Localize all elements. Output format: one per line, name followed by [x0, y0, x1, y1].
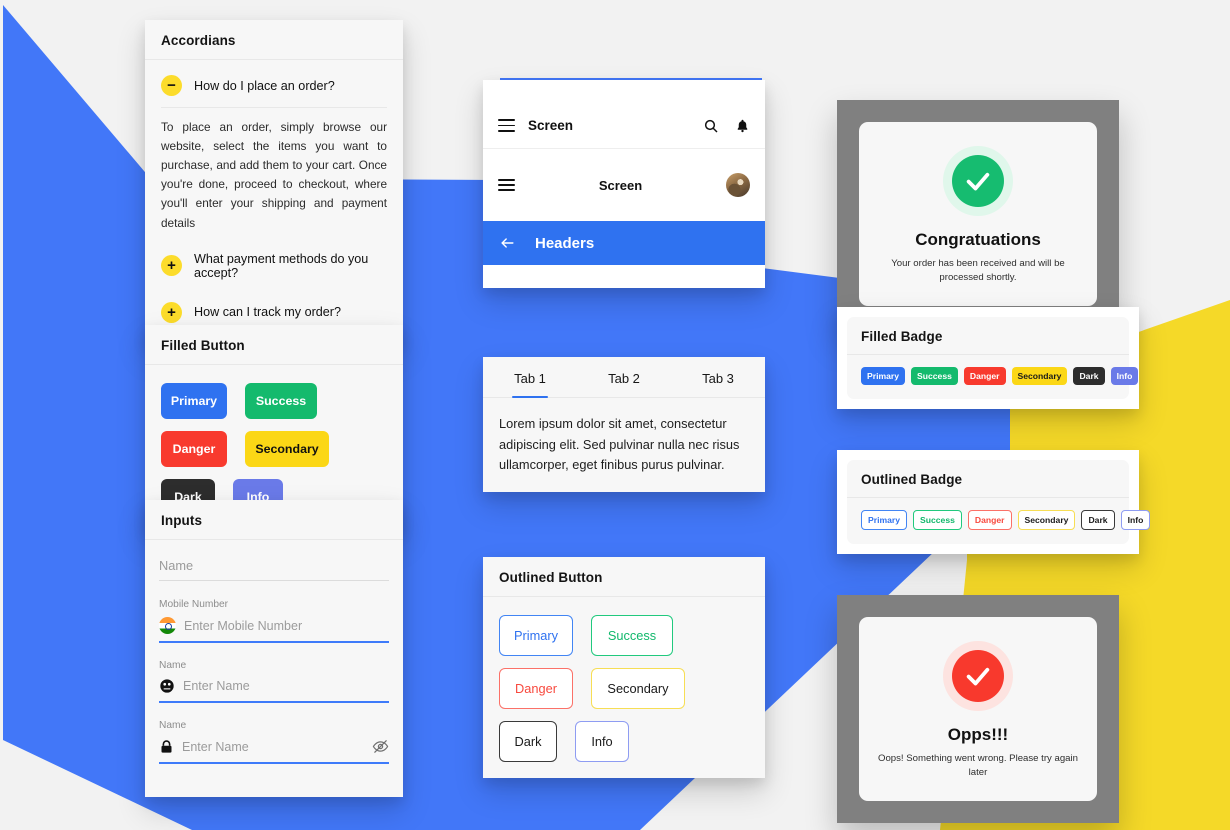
- accordion-answer: To place an order, simply browse our web…: [161, 120, 387, 230]
- error-dialog: Opps!!! Oops! Something went wrong. Plea…: [859, 617, 1097, 801]
- filled-badge-dark[interactable]: Dark: [1073, 367, 1105, 385]
- filled-badge-success[interactable]: Success: [911, 367, 958, 385]
- outlined-badge-secondary[interactable]: Secondary: [1017, 510, 1076, 530]
- outlined-button-primary[interactable]: Primary: [499, 615, 573, 656]
- error-dialog-backdrop: Opps!!! Oops! Something went wrong. Plea…: [837, 595, 1119, 823]
- outlined-badge-primary[interactable]: Primary: [861, 510, 908, 530]
- search-icon[interactable]: [703, 118, 719, 134]
- filled-button-title: Filled Button: [145, 325, 403, 365]
- input-placeholder: Enter Mobile Number: [184, 618, 303, 633]
- outlined-button-info[interactable]: Info: [575, 721, 629, 762]
- error-icon-ring: [943, 641, 1013, 711]
- input-label: Name: [159, 720, 187, 731]
- tabs-card: Tab 1 Tab 2 Tab 3 Lorem ipsum dolor sit am…: [483, 357, 765, 493]
- success-icon-ring: [943, 146, 1013, 216]
- tab-1[interactable]: Tab 1: [483, 371, 577, 397]
- outlined-button-danger[interactable]: Danger: [499, 668, 573, 709]
- error-dialog-subtitle: Oops! Something went wrong. Please try a…: [878, 753, 1078, 779]
- outlined-badge-card: Outlined Badge Primary Success Danger Secon…: [837, 450, 1151, 554]
- input-underline: [159, 580, 389, 581]
- outlined-badge-success[interactable]: Success: [913, 510, 962, 530]
- check-circle-icon: [952, 650, 1004, 702]
- filled-button-primary[interactable]: Primary: [161, 383, 227, 419]
- tab-3[interactable]: Tab 3: [671, 371, 765, 397]
- india-flag-icon: [159, 617, 176, 634]
- header-title: Screen: [598, 177, 643, 193]
- tab-bar: Tab 1 Tab 2 Tab 3: [483, 357, 765, 398]
- success-dialog-backdrop: Congratuations Your order has been recei…: [837, 100, 1119, 328]
- outlined-button-dark[interactable]: Dark: [499, 721, 557, 762]
- check-circle-icon: [952, 155, 1004, 207]
- input-underline: [159, 641, 389, 643]
- header-spacer-bottom: [483, 265, 765, 288]
- header-title: Screen: [528, 118, 574, 133]
- accordion-item[interactable]: − How do I place an order?: [159, 64, 389, 107]
- minus-icon[interactable]: −: [161, 75, 182, 96]
- input-placeholder: Name: [159, 558, 194, 573]
- outlined-badge-dark[interactable]: Dark: [1081, 510, 1115, 530]
- input-label: Name: [159, 660, 187, 671]
- avatar[interactable]: [726, 173, 750, 197]
- lock-icon: [159, 739, 174, 755]
- eye-off-icon[interactable]: [372, 738, 389, 755]
- input-underline: [159, 701, 389, 703]
- outlined-button-secondary[interactable]: Secondary: [591, 668, 685, 709]
- error-dialog-title: Opps!!!: [947, 725, 1009, 744]
- accordion-card: Accordians − How do I place an order? To…: [145, 20, 403, 344]
- accordion-question: How do I place an order?: [194, 78, 335, 93]
- accordion-title: Accordians: [145, 20, 403, 60]
- menu-icon[interactable]: [498, 178, 515, 192]
- accordion-question: How can I track my order?: [194, 305, 341, 320]
- accordion-item[interactable]: + What payment methods do you accept?: [159, 241, 389, 291]
- header-title: Headers: [535, 234, 595, 252]
- outlined-badge-title: Outlined Badge: [847, 460, 1129, 498]
- success-dialog-subtitle: Your order has been received and will be…: [891, 258, 1065, 284]
- input-placeholder: Enter Name: [182, 739, 249, 754]
- plus-icon[interactable]: +: [161, 301, 182, 323]
- filled-button-group: Primary Success Danger Secondary Dark Info: [161, 379, 387, 515]
- inputs-card: Inputs Name Mobile Number Enter Mobile N…: [145, 500, 403, 797]
- success-dialog-title: Congratuations: [915, 230, 1041, 249]
- input-field-mobile[interactable]: Mobile Number Enter Mobile Number: [159, 599, 389, 643]
- header-bar-2: Screen: [483, 149, 765, 221]
- filled-button-secondary[interactable]: Secondary: [245, 431, 329, 467]
- headers-card: Screen Screen Headers: [483, 80, 765, 288]
- back-arrow-icon[interactable]: [498, 235, 517, 251]
- filled-badge-primary[interactable]: Primary: [861, 367, 906, 385]
- outlined-badge-group: Primary Success Danger Secondary Dark Info: [847, 498, 1151, 544]
- tab-content: Lorem ipsum dolor sit amet, consectetur …: [499, 416, 740, 473]
- filled-badge-danger[interactable]: Danger: [963, 367, 1006, 385]
- outlined-button-title: Outlined Button: [483, 557, 765, 597]
- input-field-name-plain[interactable]: Name: [159, 558, 389, 581]
- input-field-name-contact[interactable]: Name Enter Name: [159, 660, 389, 703]
- outlined-badge-info[interactable]: Info: [1120, 510, 1151, 530]
- outlined-button-card: Outlined Button Primary Success Danger Seco…: [483, 557, 765, 778]
- tab-2[interactable]: Tab 2: [577, 371, 671, 397]
- header-bar-3: Headers: [483, 221, 765, 265]
- filled-badge-group: Primary Success Danger Secondary Dark Info: [847, 355, 1139, 399]
- input-underline: [159, 762, 389, 764]
- filled-button-success[interactable]: Success: [245, 383, 317, 419]
- menu-icon[interactable]: [498, 119, 515, 132]
- header-bar-1: Screen: [483, 103, 765, 149]
- plus-icon[interactable]: +: [161, 255, 182, 277]
- outlined-button-success[interactable]: Success: [591, 615, 673, 656]
- filled-badge-title: Filled Badge: [847, 317, 1129, 355]
- outlined-badge-danger[interactable]: Danger: [967, 510, 1012, 530]
- filled-badge-info[interactable]: Info: [1110, 367, 1139, 385]
- success-dialog: Congratuations Your order has been recei…: [859, 122, 1097, 306]
- inputs-title: Inputs: [145, 500, 403, 540]
- contact-icon: [159, 678, 175, 694]
- filled-button-danger[interactable]: Danger: [161, 431, 227, 467]
- bell-icon[interactable]: [735, 118, 750, 134]
- filled-badge-card: Filled Badge Primary Success Danger Seconda…: [837, 307, 1139, 409]
- filled-badge-secondary[interactable]: Secondary: [1011, 367, 1068, 385]
- header-spacer-top: [483, 80, 765, 103]
- input-label: Mobile Number: [159, 599, 229, 610]
- outlined-button-group: Primary Success Danger Secondary Dark Info: [499, 611, 749, 762]
- input-field-password[interactable]: Name Enter Name: [159, 720, 389, 764]
- input-placeholder: Enter Name: [183, 679, 250, 693]
- accordion-question: What payment methods do you accept?: [194, 251, 369, 280]
